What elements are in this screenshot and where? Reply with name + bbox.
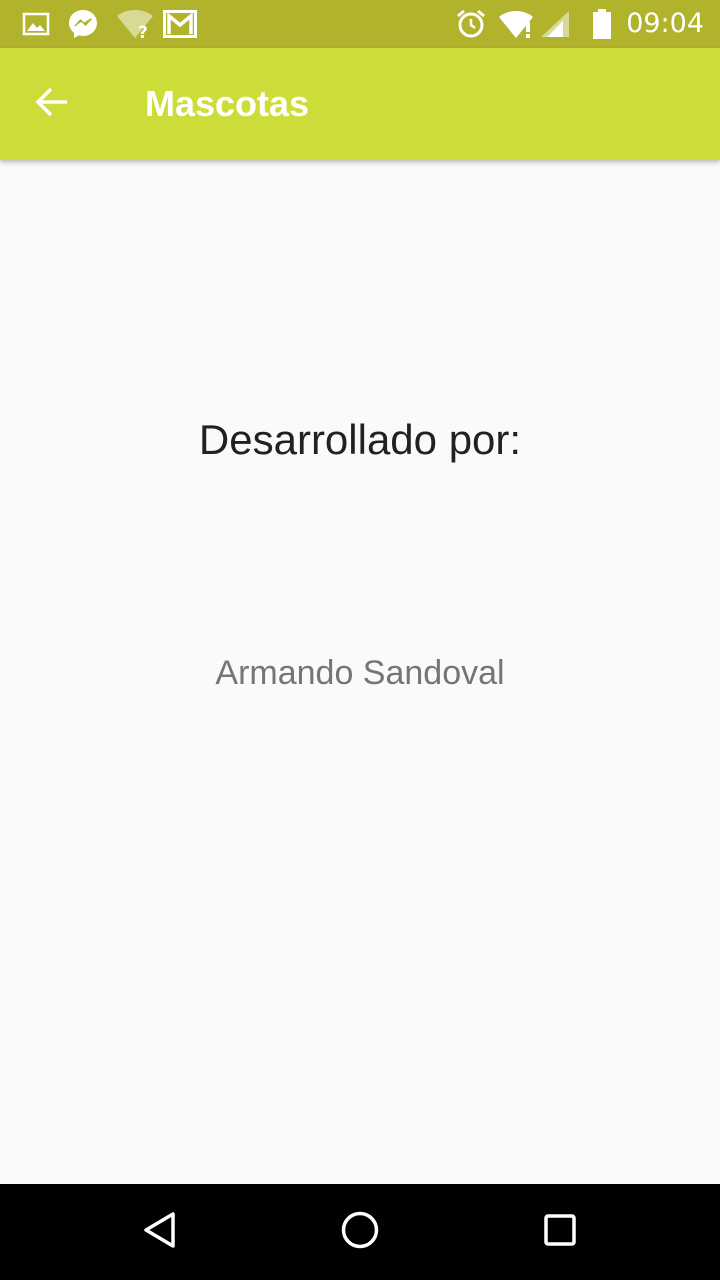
nav-back-button[interactable] [132, 1204, 188, 1260]
wifi-unknown-icon: ? [115, 8, 155, 40]
developed-by-heading: Desarrollado por: [198, 416, 522, 463]
messenger-icon [67, 8, 99, 40]
app-bar: Mascotas [0, 48, 720, 160]
page-title: Mascotas [145, 83, 310, 124]
status-bar: ? 09:04 [0, 0, 720, 48]
wifi-alert-icon [497, 8, 535, 40]
svg-text:?: ? [138, 23, 148, 39]
recents-square-icon [540, 1210, 580, 1255]
arrow-back-icon [34, 84, 70, 125]
cell-signal-icon [539, 8, 571, 40]
author-name: Armando Sandoval [215, 654, 505, 692]
status-time: 09:04 [626, 8, 704, 39]
back-triangle-icon [140, 1210, 180, 1255]
gallery-icon [20, 8, 52, 40]
back-button[interactable] [24, 76, 80, 132]
nav-home-button[interactable] [332, 1204, 388, 1260]
alarm-icon [455, 8, 487, 40]
system-nav-bar [0, 1184, 720, 1280]
nav-recents-button[interactable] [532, 1204, 588, 1260]
gmail-icon [162, 8, 198, 40]
battery-icon [588, 8, 616, 40]
main-content: Desarrollado por: Armando Sandoval [0, 160, 720, 1184]
home-circle-icon [340, 1210, 380, 1255]
